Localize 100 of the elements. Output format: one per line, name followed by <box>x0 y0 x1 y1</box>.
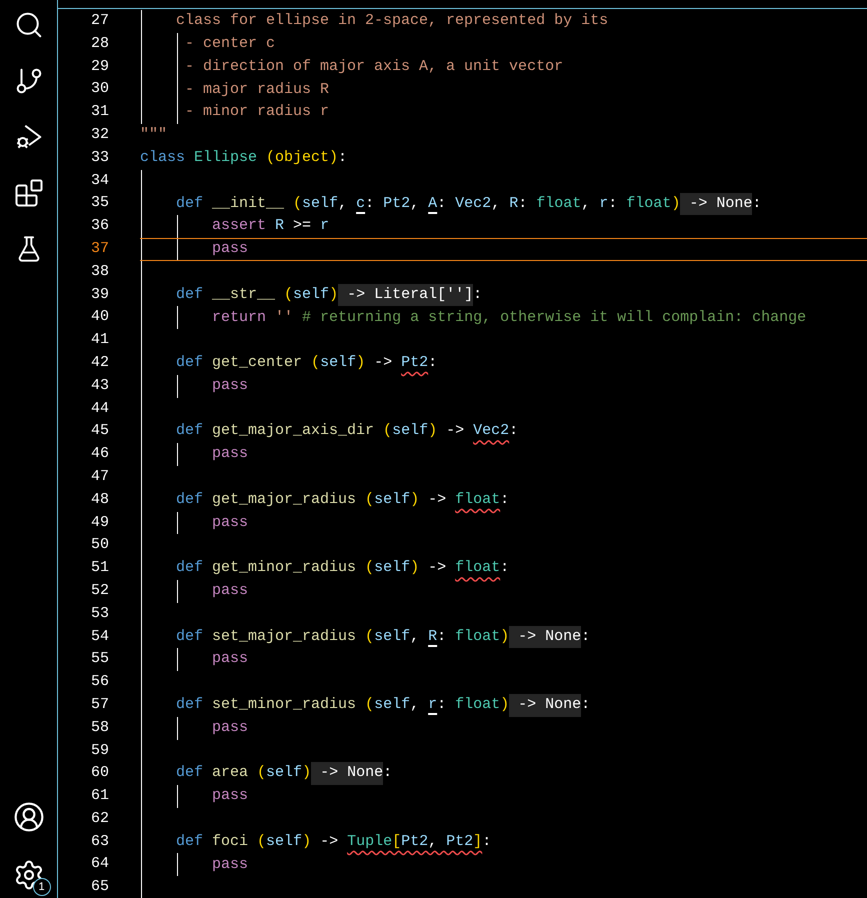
type-name: float <box>455 490 500 510</box>
type-name: Tuple <box>347 832 392 852</box>
bracket-text: ) <box>302 763 312 784</box>
line-number: 29 <box>90 56 109 77</box>
identifier-text: self <box>392 421 428 442</box>
line-number: 58 <box>90 718 109 738</box>
type-name: Ellipse <box>193 148 258 168</box>
line-number: 31 <box>90 102 109 122</box>
string-text: class for ellipse in 2-space, represented by its <box>175 11 608 32</box>
string-text: - direction of major axis A, a unit vector <box>184 56 564 77</box>
line-number: 48 <box>90 490 109 510</box>
keyword-text: pass <box>211 512 248 533</box>
code-text: : <box>518 194 528 214</box>
extensions-icon[interactable] <box>14 178 44 208</box>
code-text: : <box>473 284 482 305</box>
comment-text: # returning a string, otherwise it will complain: change <box>301 308 806 328</box>
function-name: set_minor_radius <box>211 695 356 716</box>
code-text: : <box>500 490 510 510</box>
function-name: __str__ <box>211 284 276 305</box>
keyword-text: pass <box>211 718 248 738</box>
keyword-text: def <box>175 490 204 510</box>
line-number: 30 <box>90 79 109 100</box>
line-number: 61 <box>90 786 109 806</box>
identifier-text: Vec2 <box>473 421 510 442</box>
code-text: , <box>410 695 420 716</box>
keyword-text: def <box>175 558 204 578</box>
keyword-text: assert <box>211 216 266 236</box>
type-name: float <box>536 194 582 214</box>
keyword-text: return <box>211 308 266 328</box>
code-text: -> <box>427 558 448 578</box>
code-text: , <box>410 194 420 214</box>
identifier-text: r <box>428 695 438 716</box>
keyword-text: class <box>140 148 186 168</box>
bracket-text: ) <box>410 558 420 578</box>
search-icon[interactable] <box>14 10 44 40</box>
bracket-text: ) <box>410 490 420 510</box>
type-name: float <box>455 558 500 578</box>
identifier-text: R <box>509 194 518 214</box>
function-name: __init__ <box>211 194 284 214</box>
line-number: 52 <box>90 580 109 601</box>
bracket-text: ( <box>364 490 374 510</box>
identifier-text: R <box>274 216 284 236</box>
bracket-text: ( <box>256 832 266 852</box>
bracket-text: ( <box>292 194 302 214</box>
line-number: 63 <box>90 832 109 852</box>
inlay-hint: -> None <box>509 626 582 648</box>
function-name: set_major_radius <box>211 626 356 647</box>
keyword-text: def <box>175 284 204 305</box>
code-text: : <box>608 194 618 214</box>
string-text: - major radius R <box>184 80 330 100</box>
keyword-text: def <box>175 763 204 784</box>
keyword-text: pass <box>211 444 248 464</box>
identifier-text: r <box>599 194 608 214</box>
line-number: 39 <box>90 284 109 305</box>
identifier-text: r <box>320 216 330 236</box>
line-number: 38 <box>90 262 109 282</box>
bracket-text: ] <box>473 832 482 852</box>
keyword-text: pass <box>211 854 248 875</box>
identifier-text: self <box>320 353 356 374</box>
bracket-text: ( <box>364 695 374 716</box>
code-text: : <box>365 194 376 214</box>
code-text: : <box>509 421 518 442</box>
line-number: 55 <box>90 649 109 670</box>
code-text: -> <box>427 490 448 510</box>
account-icon[interactable] <box>12 801 44 833</box>
inlay-hint: -> Literal[''] <box>338 284 474 306</box>
line-number: 46 <box>90 444 109 464</box>
code-text: : <box>581 626 590 647</box>
type-name: float <box>626 194 672 214</box>
code-text: : <box>482 832 492 852</box>
string-text: - center c <box>184 34 276 54</box>
line-number: 51 <box>90 558 109 578</box>
code-text: , <box>338 194 348 214</box>
line-number: 44 <box>90 398 109 419</box>
bracket-text: ) <box>428 421 438 442</box>
code-text: : <box>437 695 448 716</box>
function-name: get_major_axis_dir <box>211 421 374 442</box>
bracket-text: ( <box>364 626 374 647</box>
line-number: 42 <box>90 352 109 373</box>
keyword-text: pass <box>211 376 248 396</box>
line-number: 41 <box>90 330 109 350</box>
identifier-text: self <box>266 832 302 852</box>
identifier-text: A <box>428 194 438 214</box>
line-number: 57 <box>90 694 109 715</box>
line-number: 60 <box>90 763 109 784</box>
identifier-text: self <box>374 695 410 716</box>
keyword-text: pass <box>211 786 248 806</box>
line-number: 53 <box>90 604 109 624</box>
identifier-text: Pt2 <box>401 353 428 374</box>
bracket-text: ) <box>500 695 510 716</box>
bracket-text: ) <box>329 284 338 305</box>
code-text: , <box>491 194 502 214</box>
keyword-text: def <box>175 695 204 716</box>
function-name: get_center <box>211 353 302 374</box>
inlay-hint: -> None <box>680 192 752 216</box>
line-number: 36 <box>90 216 109 236</box>
line-number: 33 <box>90 148 109 168</box>
bracket-text: ( <box>310 353 320 374</box>
inlay-hint: -> None <box>509 694 582 717</box>
keyword-text: pass <box>211 649 248 670</box>
